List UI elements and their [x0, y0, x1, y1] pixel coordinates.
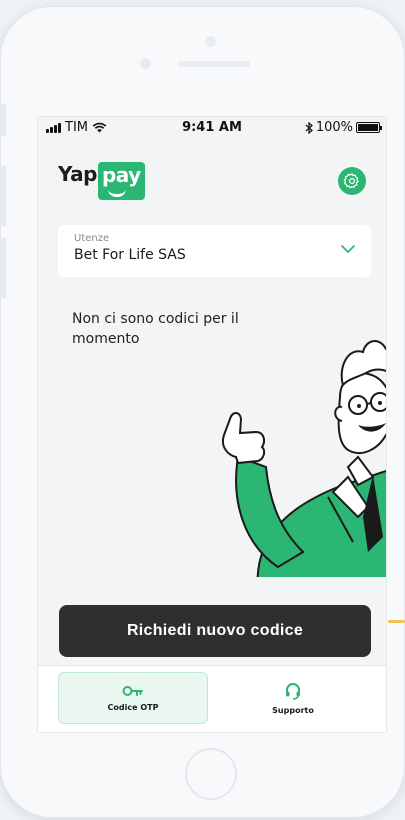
gear-icon [343, 173, 359, 189]
settings-button[interactable] [338, 167, 366, 195]
thumbs-up-man-illustration [222, 340, 386, 577]
battery-icon [356, 122, 382, 133]
volume-up-button [0, 166, 6, 226]
tab-codice-otp-label: Codice OTP [107, 702, 159, 712]
front-camera [205, 36, 216, 47]
utenze-label: Utenze [74, 233, 110, 244]
logo-text-left: Yap [58, 162, 97, 186]
volume-down-button [0, 238, 6, 298]
logo-text-right: pay [101, 163, 141, 187]
logo-smile [107, 189, 126, 197]
utenze-value: Bet For Life SAS [74, 247, 186, 263]
app-screen: TIM 9:41 AM 100% Yap pay Utenze Bet For … [37, 116, 387, 733]
battery-percent: 100% [315, 120, 353, 135]
request-new-code-button[interactable]: Richiedi nuovo codice [59, 605, 371, 657]
phone-frame: TIM 9:41 AM 100% Yap pay Utenze Bet For … [0, 6, 405, 818]
bluetooth-icon [305, 121, 313, 134]
status-bar: TIM 9:41 AM 100% [38, 117, 386, 139]
chevron-down-icon [341, 245, 355, 253]
decorative-line [388, 620, 405, 623]
yappay-logo: Yap pay [58, 162, 145, 200]
logo-mark: pay [97, 162, 145, 200]
home-button[interactable] [185, 748, 237, 800]
proximity-sensor [140, 58, 151, 69]
headset-icon [286, 682, 300, 700]
tab-codice-otp[interactable]: Codice OTP [58, 672, 208, 724]
tab-supporto-label: Supporto [272, 705, 314, 715]
utenze-select[interactable]: Utenze Bet For Life SAS [58, 225, 371, 277]
bottom-tab-bar: Codice OTP Supporto [38, 665, 386, 732]
tab-supporto[interactable]: Supporto [218, 672, 368, 724]
mute-switch [0, 104, 6, 136]
key-icon [122, 685, 143, 696]
earpiece-speaker [178, 61, 250, 67]
